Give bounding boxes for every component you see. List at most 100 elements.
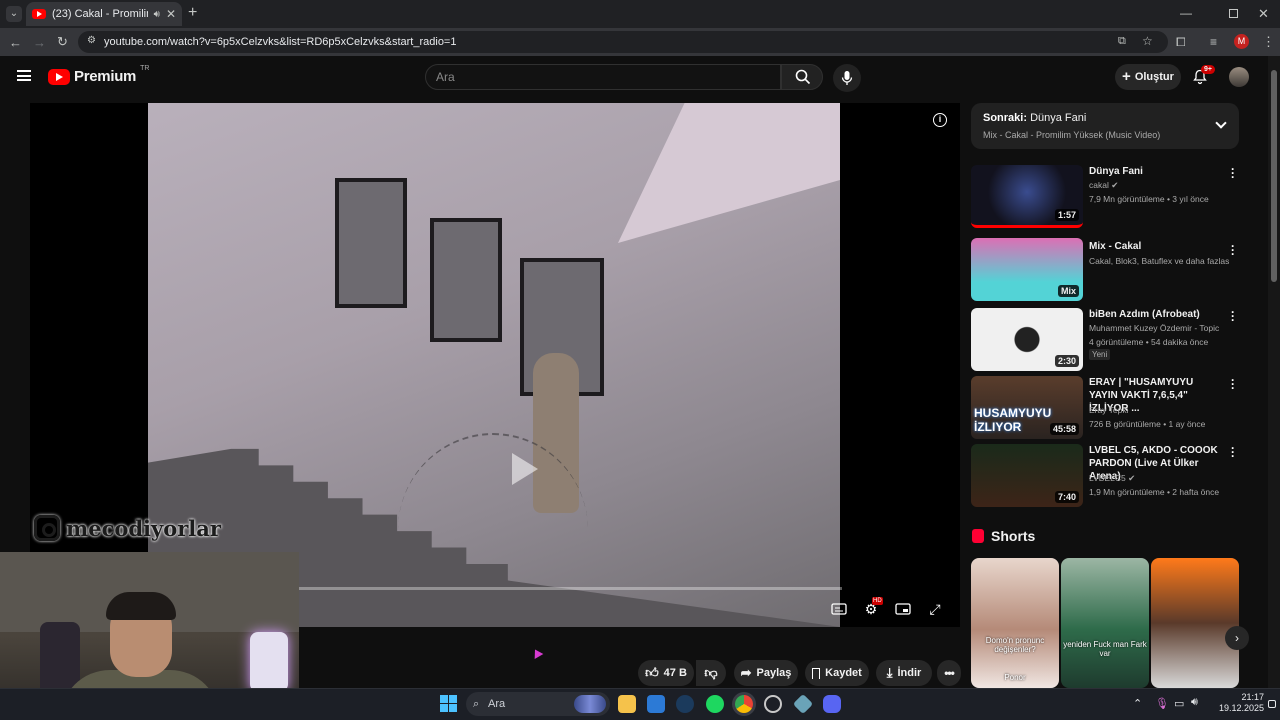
play-icon[interactable] xyxy=(512,453,538,485)
channel-name[interactable]: Cakal, Blok3, Batuflex ve daha fazlası xyxy=(1089,256,1229,266)
search-highlight-icon xyxy=(574,695,606,713)
tab-search-icon[interactable]: ⌄ xyxy=(6,6,22,22)
playlist-up-next-panel[interactable]: Sonraki: Dünya Fani Mix - Cakal - Promil… xyxy=(971,103,1239,149)
app-icon[interactable] xyxy=(764,695,782,713)
create-button[interactable]: + Oluştur xyxy=(1115,64,1181,90)
new-tab-button[interactable]: + xyxy=(188,5,197,21)
tab-close-icon[interactable]: ✕ xyxy=(166,7,176,21)
channel-name[interactable]: Muhammet Kuzey Özdemir - Topic xyxy=(1089,323,1229,333)
webcam-hair xyxy=(106,592,176,620)
search-button[interactable] xyxy=(781,64,823,90)
reload-icon[interactable]: ↻ xyxy=(57,35,68,48)
window-restore-icon[interactable] xyxy=(1229,9,1238,18)
channel-name[interactable]: Eray Tepki xyxy=(1089,405,1229,415)
video-thumbnail[interactable]: HUSAMYUYU İZLIYOR 45:58 xyxy=(971,376,1083,439)
recommendation-item[interactable]: 7:40 LVBEL C5, AKDO - COOOK PARDON (Live… xyxy=(971,442,1241,508)
clock-time: 21:17 xyxy=(1241,692,1264,702)
spotify-icon[interactable] xyxy=(706,695,724,713)
taskbar-clock[interactable]: 21:17 19.12.2025 xyxy=(1210,692,1264,714)
youtube-premium-logo[interactable]: Premium TR xyxy=(48,65,149,85)
short-item[interactable] xyxy=(1151,558,1239,688)
browser-address-bar: ← → ↻ ⚙ youtube.com/watch?v=6p5xCelzvks&… xyxy=(0,28,1280,56)
window-minimize-icon[interactable]: — xyxy=(1180,6,1192,20)
tray-speaker-icon[interactable]: 🔊︎ xyxy=(1191,696,1198,709)
recommendation-item[interactable]: 1:57 Dünya Fani cakal ✔︎ 7,9 Mn görüntül… xyxy=(971,163,1241,229)
miniplayer-icon[interactable] xyxy=(892,600,914,618)
video-painting xyxy=(335,178,407,308)
like-button[interactable]: 👍︎ 47 B xyxy=(638,660,694,686)
steam-icon[interactable] xyxy=(676,695,694,713)
video-thumbnail[interactable]: 2:30 xyxy=(971,308,1083,371)
scrollbar-thumb[interactable] xyxy=(1271,70,1277,282)
hamburger-menu-icon[interactable] xyxy=(17,70,31,81)
window-close-icon[interactable]: ✕ xyxy=(1258,6,1269,22)
short-item[interactable]: yeniden Fuck man Fark var xyxy=(1061,558,1149,688)
save-button[interactable]: Kaydet xyxy=(805,660,869,686)
notifications-button[interactable]: 9+ xyxy=(1192,65,1215,87)
short-item[interactable]: Domo'n pronunc değişenler? Ponor xyxy=(971,558,1059,688)
channel-name[interactable]: LVBELC5 ✔︎ xyxy=(1089,473,1229,484)
shorts-next-arrow-icon[interactable]: › xyxy=(1225,626,1249,650)
video-player[interactable]: i mecodiyorlar ⚙ HD ⤢ xyxy=(30,103,960,627)
browser-tab-active[interactable]: (23) Cakal - Promilim Yüksek 🔊︎ ✕ xyxy=(26,2,182,26)
microsoft-store-icon[interactable] xyxy=(647,695,665,713)
recommendation-title[interactable]: biBen Azdım (Afrobeat) xyxy=(1089,308,1219,321)
recommendation-item[interactable]: Mix Mix - Cakal Cakal, Blok3, Batuflex v… xyxy=(971,238,1241,302)
subtitles-icon[interactable] xyxy=(828,600,850,618)
duration-badge: 7:40 xyxy=(1054,491,1079,503)
video-thumbnail[interactable]: Mix xyxy=(971,238,1083,301)
search-input[interactable]: Ara xyxy=(425,64,781,90)
recommendation-item[interactable]: 2:30 biBen Azdım (Afrobeat) Muhammet Kuz… xyxy=(971,306,1241,372)
channel-name[interactable]: cakal ✔︎ xyxy=(1089,180,1229,191)
share-button[interactable]: ➦ Paylaş xyxy=(734,660,798,686)
browser-menu-icon[interactable]: ⋮ xyxy=(1262,35,1275,48)
fullscreen-icon[interactable]: ⤢ xyxy=(924,600,946,618)
windows-start-icon[interactable] xyxy=(440,695,457,712)
site-info-icon[interactable]: ⚙ xyxy=(87,36,96,46)
tray-chevron-up-icon[interactable]: ⌃ xyxy=(1133,697,1142,710)
notification-center-icon[interactable] xyxy=(1268,700,1276,708)
discord-icon[interactable] xyxy=(823,695,841,713)
taskbar-search-icon: ⌕ xyxy=(473,698,480,710)
chrome-icon[interactable] xyxy=(735,695,753,713)
more-vertical-icon[interactable]: · · · xyxy=(1230,306,1236,326)
taskbar-search-box[interactable]: ⌕ Ara xyxy=(466,692,610,716)
recommendation-title[interactable]: Dünya Fani xyxy=(1089,165,1219,178)
video-thumbnail[interactable]: 1:57 xyxy=(971,165,1083,228)
account-avatar[interactable] xyxy=(1229,67,1249,87)
settings-gear-icon[interactable]: ⚙ HD xyxy=(860,597,883,618)
install-app-icon[interactable]: ⧉ xyxy=(1118,36,1126,47)
dislike-button[interactable]: 👎︎ xyxy=(696,660,726,686)
video-frame xyxy=(148,103,840,627)
video-progress-bar[interactable] xyxy=(298,587,842,590)
tab-title: (23) Cakal - Promilim Yüksek xyxy=(52,8,148,20)
media-control-icon[interactable]: ≡ xyxy=(1210,36,1217,48)
more-vertical-icon[interactable]: · · · xyxy=(1230,240,1236,260)
more-vertical-icon[interactable]: · · · xyxy=(1230,163,1236,183)
url-field[interactable]: ⚙ youtube.com/watch?v=6p5xCelzvks&list=R… xyxy=(78,31,1168,53)
video-thumbnail[interactable]: 7:40 xyxy=(971,444,1083,507)
tray-network-icon[interactable]: ▭ xyxy=(1174,697,1184,710)
extensions-icon[interactable]: ⧠ xyxy=(1176,36,1186,48)
video-meta: 726 B görüntüleme • 1 ay önce xyxy=(1089,419,1206,429)
audio-playing-icon[interactable]: 🔊︎ xyxy=(154,9,160,20)
youtube-favicon-icon xyxy=(32,9,46,19)
download-icon: ⤓ xyxy=(886,665,893,680)
recommendation-title[interactable]: Mix - Cakal xyxy=(1089,240,1219,253)
file-explorer-icon[interactable] xyxy=(618,695,636,713)
forward-arrow-icon[interactable]: → xyxy=(33,36,46,49)
more-vertical-icon[interactable]: · · · xyxy=(1230,442,1236,462)
back-arrow-icon[interactable]: ← xyxy=(9,36,22,49)
bookmark-star-icon[interactable]: ☆ xyxy=(1142,35,1153,47)
playlist-name: Mix - Cakal - Promilim Yüksek (Music Vid… xyxy=(983,130,1161,140)
more-actions-button[interactable]: ••• xyxy=(937,660,961,686)
voice-search-button[interactable] xyxy=(833,64,861,92)
info-icon[interactable]: i xyxy=(933,113,947,127)
youtube-logo-icon xyxy=(48,68,70,85)
logo-word: Premium xyxy=(74,68,137,85)
tray-microphone-icon[interactable]: 🎙︎ xyxy=(1155,697,1169,710)
recommendation-item[interactable]: HUSAMYUYU İZLIYOR 45:58 ERAY | "HUSAMYUY… xyxy=(971,374,1241,440)
more-vertical-icon[interactable]: · · · xyxy=(1230,374,1236,394)
profile-avatar[interactable]: M xyxy=(1234,34,1249,49)
download-button[interactable]: ⤓ İndir xyxy=(876,660,932,686)
